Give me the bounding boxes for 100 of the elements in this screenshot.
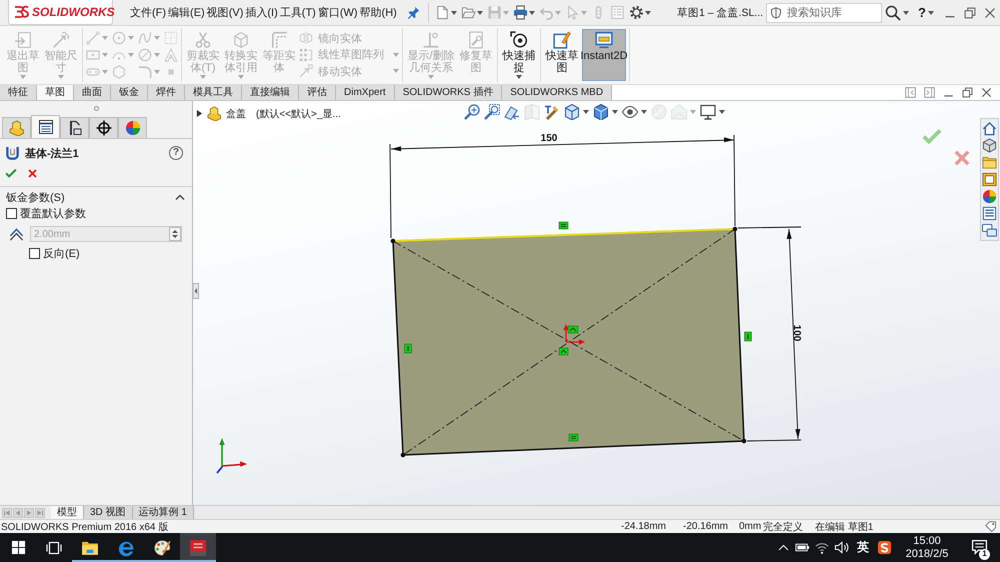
- command-tab[interactable]: SOLIDWORKS 插件: [394, 85, 502, 100]
- dimension-value[interactable]: 100: [791, 324, 802, 342]
- speaker-icon[interactable]: [834, 540, 849, 555]
- folder-icon[interactable]: [460, 5, 476, 20]
- part-name[interactable]: 盒盖: [226, 106, 246, 120]
- sketch-point[interactable]: [400, 452, 406, 458]
- menu-item[interactable]: 帮助(H): [358, 3, 398, 22]
- panel-tab[interactable]: [60, 117, 89, 138]
- caret-icon[interactable]: [644, 10, 651, 14]
- checkmark-icon[interactable]: [922, 126, 942, 146]
- input-method-icon[interactable]: [877, 540, 892, 555]
- notification-icon[interactable]: [970, 539, 988, 556]
- instant2d-button[interactable]: Instant2D: [582, 29, 626, 81]
- collapse-handle[interactable]: [193, 283, 199, 299]
- eye-icon[interactable]: [622, 104, 638, 120]
- caret-icon[interactable]: [641, 110, 647, 114]
- caret-icon[interactable]: [516, 75, 522, 79]
- cube-icon[interactable]: [982, 138, 997, 153]
- checkmark-icon[interactable]: [5, 167, 17, 179]
- command-tab[interactable]: 焊件: [148, 85, 185, 100]
- quick-snaps-button[interactable]: 快速捕捉: [501, 29, 537, 81]
- menu-item[interactable]: 窗口(W): [316, 3, 359, 22]
- pin-icon[interactable]: [406, 6, 420, 19]
- command-tab[interactable]: 特征: [0, 85, 37, 100]
- midpoint-relation-icon[interactable]: [558, 348, 568, 356]
- previous-view-icon[interactable]: [504, 104, 520, 120]
- caret-icon[interactable]: [903, 10, 910, 14]
- color-wheel-icon[interactable]: [982, 189, 997, 204]
- view-palette-icon[interactable]: [982, 172, 997, 187]
- panel-tab[interactable]: [89, 117, 118, 138]
- panel-tab[interactable]: [31, 115, 60, 138]
- blank-page-icon[interactable]: [434, 5, 450, 20]
- close-icon[interactable]: [984, 6, 996, 18]
- command-tab[interactable]: 直接编辑: [242, 85, 299, 100]
- dimension-line[interactable]: [738, 226, 802, 442]
- sketch-point[interactable]: [742, 438, 746, 444]
- vertical-relation-icon[interactable]: [404, 344, 412, 354]
- command-tab[interactable]: 评估: [299, 85, 336, 100]
- sketch-point[interactable]: [732, 226, 738, 232]
- menu-item[interactable]: 插入(I): [244, 3, 279, 22]
- caret-icon[interactable]: [719, 110, 725, 114]
- display-style-icon[interactable]: [593, 104, 609, 120]
- command-tab[interactable]: SOLIDWORKS MBD: [502, 85, 612, 100]
- input-language[interactable]: 英: [854, 539, 872, 556]
- command-tab[interactable]: 模具工具: [185, 85, 242, 100]
- close-icon[interactable]: [981, 87, 992, 98]
- help-button[interactable]: ?: [916, 5, 928, 20]
- rapid-sketch-button[interactable]: 快速草图: [544, 29, 580, 81]
- checkbox[interactable]: [6, 208, 17, 218]
- midpoint-relation-icon[interactable]: [568, 326, 578, 334]
- menu-item[interactable]: 编辑(E): [167, 3, 206, 22]
- search-icon[interactable]: [885, 4, 902, 20]
- restore-icon[interactable]: [962, 87, 973, 98]
- horizontal-relation-icon[interactable]: [558, 222, 568, 230]
- spinner-icon[interactable]: [169, 227, 181, 241]
- caret-icon[interactable]: [583, 110, 589, 114]
- menu-item[interactable]: 文件(F): [129, 3, 168, 22]
- sketch-point[interactable]: [390, 238, 396, 244]
- origin-icon[interactable]: [563, 324, 585, 345]
- zoom-fit-icon[interactable]: [464, 104, 480, 120]
- vertical-relation-icon[interactable]: [744, 332, 752, 342]
- wifi-icon[interactable]: [815, 540, 829, 554]
- menu-item[interactable]: 视图(V): [206, 3, 244, 22]
- model-tab[interactable]: 3D 视图: [84, 506, 133, 519]
- grip-handle[interactable]: [94, 106, 98, 110]
- caret-icon[interactable]: [612, 110, 618, 114]
- annotation-view-icon[interactable]: [544, 104, 560, 120]
- horizontal-relation-icon[interactable]: [568, 434, 578, 442]
- help-button[interactable]: ?: [169, 146, 183, 160]
- expand-caret-icon[interactable]: [196, 110, 203, 117]
- part-blocks-icon[interactable]: [207, 106, 222, 121]
- checkbox[interactable]: [29, 248, 40, 258]
- home-icon[interactable]: [982, 121, 997, 136]
- model-tab[interactable]: 运动算例 1: [132, 506, 194, 519]
- menu-item[interactable]: 工具(T): [278, 3, 317, 22]
- command-tab[interactable]: 曲面: [74, 85, 111, 100]
- tag-icon[interactable]: [985, 520, 997, 532]
- restore-icon[interactable]: [964, 6, 976, 18]
- caret-icon[interactable]: [450, 10, 457, 14]
- dimension-value[interactable]: 150: [540, 133, 558, 144]
- tile-right-icon[interactable]: [924, 87, 935, 98]
- folder-icon[interactable]: [982, 155, 997, 170]
- gear-icon[interactable]: [628, 5, 644, 20]
- model-tab[interactable]: 模型: [51, 506, 84, 519]
- caret-icon[interactable]: [928, 10, 934, 14]
- caret-icon[interactable]: [476, 10, 483, 14]
- chat-bubbles-icon[interactable]: [982, 223, 997, 238]
- search-field[interactable]: 搜索知识库: [766, 2, 882, 22]
- zoom-area-icon[interactable]: [484, 104, 500, 120]
- view-cube-icon[interactable]: [564, 104, 580, 120]
- tile-left-icon[interactable]: [905, 87, 916, 98]
- command-tab[interactable]: 草图: [37, 85, 74, 100]
- clock-time[interactable]: 15:00: [913, 534, 941, 548]
- caret-icon[interactable]: [528, 10, 535, 14]
- printer-icon[interactable]: [512, 5, 528, 20]
- collapse-caret-icon[interactable]: [175, 194, 185, 200]
- command-tab[interactable]: 钣金: [111, 85, 148, 100]
- list-icon[interactable]: [982, 206, 997, 221]
- monitor-icon[interactable]: [700, 104, 716, 120]
- cross-icon[interactable]: [27, 168, 38, 178]
